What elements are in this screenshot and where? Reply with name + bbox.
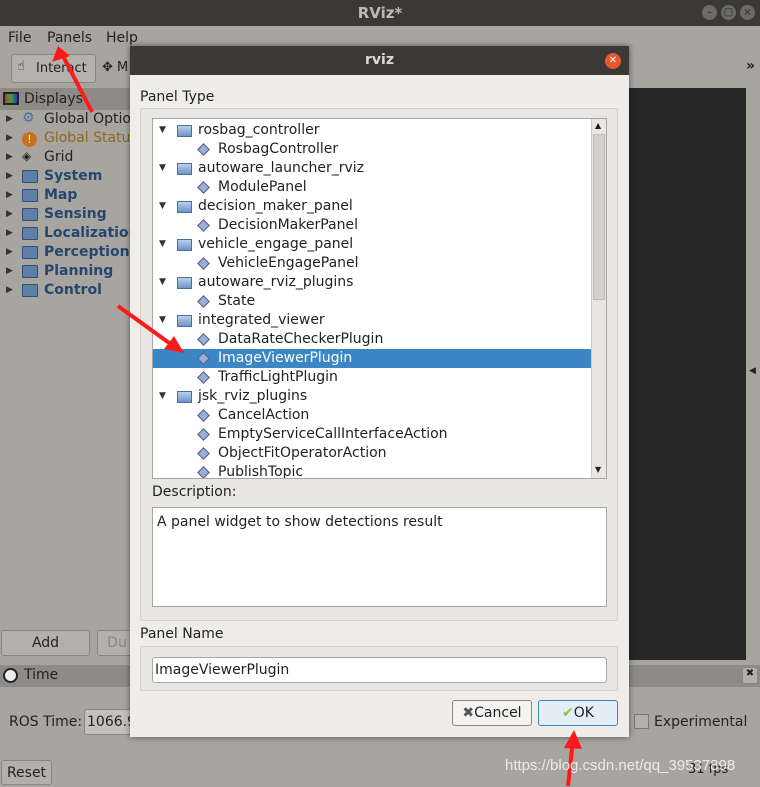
arrow-to-panels-menu (60, 53, 94, 113)
annotation-arrows (52, 46, 582, 787)
arrow-to-imageviewer (116, 304, 174, 347)
watermark: https://blog.csdn.net/qq_39537898 (505, 757, 736, 774)
